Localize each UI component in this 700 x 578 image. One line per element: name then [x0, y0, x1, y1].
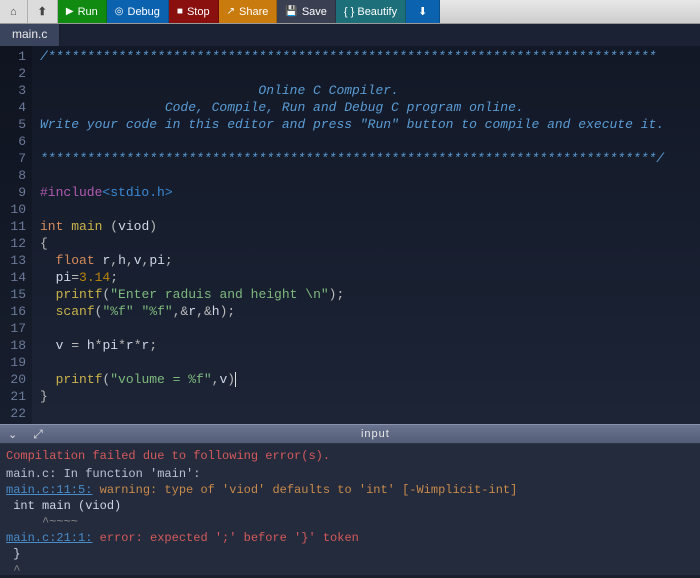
save-label: Save [302, 6, 327, 18]
share-button[interactable]: ↗ Share [219, 0, 278, 23]
tab-main-c[interactable]: main.c [0, 24, 60, 46]
stop-icon: ■ [177, 6, 183, 17]
console-panel: Compilation failed due to following erro… [0, 444, 700, 575]
stop-button[interactable]: ■ Stop [169, 0, 219, 23]
chevron-down-icon[interactable]: ⌄ [0, 428, 25, 441]
input-panel-label: input [51, 428, 700, 440]
stop-label: Stop [187, 6, 210, 18]
share-label: Share [239, 6, 268, 18]
up-button[interactable]: ⬆ [28, 0, 58, 23]
share-icon: ↗ [227, 6, 235, 17]
debug-label: Debug [128, 6, 160, 18]
code-editor[interactable]: 12345678910111213141516171819202122 /***… [0, 46, 700, 424]
line-gutter: 12345678910111213141516171819202122 [0, 46, 32, 424]
save-icon: 💾 [285, 6, 297, 17]
tab-bar: main.c [0, 24, 700, 46]
download-button[interactable]: ⬇ [406, 0, 440, 23]
home-button[interactable]: ⌂ [0, 0, 28, 23]
save-button[interactable]: 💾 Save [277, 0, 336, 23]
run-button[interactable]: ▶ Run [58, 0, 107, 23]
target-icon: ◎ [115, 6, 124, 17]
toolbar: ⌂ ⬆ ▶ Run ◎ Debug ■ Stop ↗ Share 💾 Save { } B… [0, 0, 700, 24]
panel-divider[interactable]: ⌄ ⤢ input [0, 424, 700, 444]
debug-button[interactable]: ◎ Debug [107, 0, 169, 23]
beautify-button[interactable]: { } Beautify [336, 0, 406, 23]
run-label: Run [78, 6, 98, 18]
code-area[interactable]: /***************************************… [32, 46, 700, 424]
expand-icon[interactable]: ⤢ [25, 427, 51, 442]
play-icon: ▶ [66, 6, 74, 17]
compile-error-header: Compilation failed due to following erro… [6, 448, 694, 464]
console-output: main.c: In function 'main':main.c:11:5: … [6, 466, 694, 578]
